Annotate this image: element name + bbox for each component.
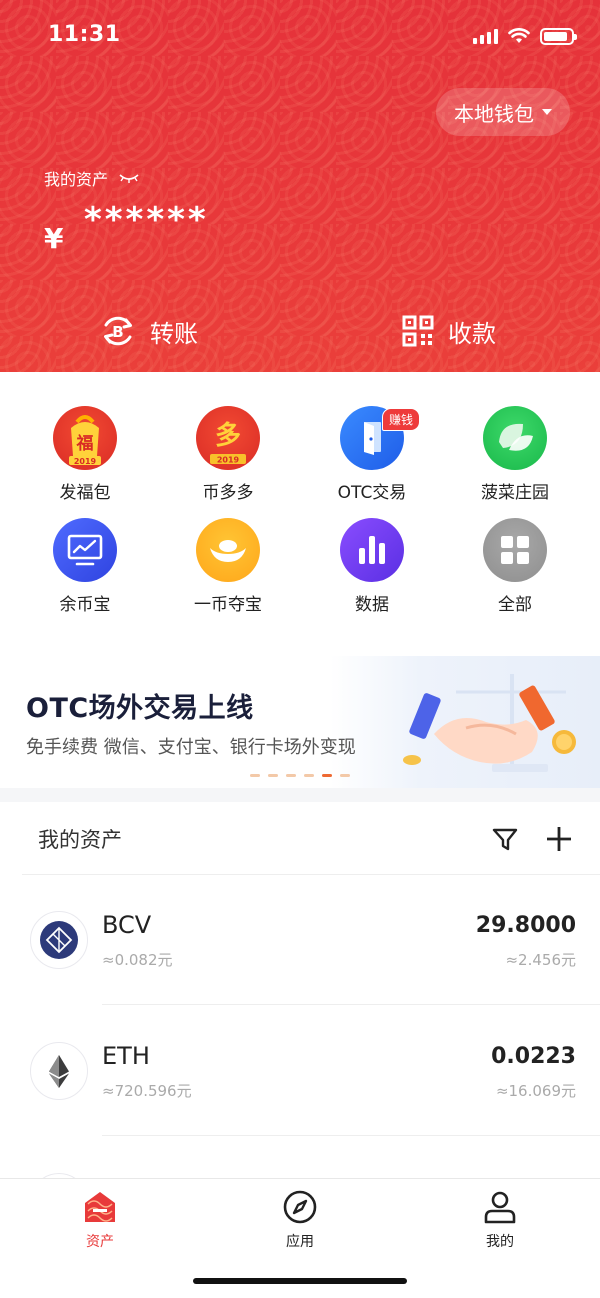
grid-label-coin-more: 币多多 bbox=[202, 483, 254, 503]
total-assets-label: 我的资产 bbox=[44, 166, 140, 190]
asset-row-eth[interactable]: ETH ≈720.596元 0.0223 ≈16.069元 bbox=[0, 1006, 600, 1136]
wifi-icon bbox=[508, 28, 530, 43]
grid-label-data: 数据 bbox=[355, 595, 389, 615]
wallet-switch-button[interactable]: 本地钱包 bbox=[436, 88, 570, 136]
status-bar: 11:31 bbox=[0, 0, 600, 70]
fortune-bag-icon: 福 2019 bbox=[53, 406, 117, 470]
asset-name: ETH bbox=[102, 1042, 150, 1070]
gold-ingot-icon bbox=[196, 518, 260, 582]
grid-all-icon bbox=[483, 518, 547, 582]
svg-text:2019: 2019 bbox=[74, 457, 97, 466]
row-divider bbox=[102, 1135, 600, 1136]
caret-down-icon bbox=[542, 109, 552, 115]
grid-item-yubibao[interactable]: 余币宝 bbox=[10, 518, 160, 628]
svg-text:多: 多 bbox=[215, 421, 241, 451]
grid-label-yubibao: 余币宝 bbox=[59, 595, 111, 615]
eye-closed-icon[interactable] bbox=[118, 171, 140, 185]
assets-label-text: 我的资产 bbox=[44, 170, 109, 189]
asset-quantity: 0.0223 bbox=[491, 1044, 576, 1069]
transfer-bitcoin-icon: B bbox=[104, 316, 132, 346]
asset-total-value: ≈2.456元 bbox=[505, 951, 576, 969]
bar-chart-icon bbox=[340, 518, 404, 582]
spinach-leaf-icon bbox=[483, 406, 547, 470]
wallet-switch-label: 本地钱包 bbox=[454, 101, 534, 126]
currency-symbol: ¥ bbox=[44, 222, 64, 255]
tab-me[interactable]: 我的 bbox=[440, 1189, 560, 1253]
grid-label-one-coin-treasure: 一币夺宝 bbox=[194, 595, 262, 615]
grid-item-fortune-bag[interactable]: 福 2019 发福包 bbox=[10, 406, 160, 516]
my-assets-section: 我的资产 BCV ≈0.082元 29.8000 ≈2.456元 ETH ≈72… bbox=[0, 802, 600, 1178]
asset-unit-price: ≈720.596元 bbox=[102, 1082, 192, 1100]
filter-icon[interactable] bbox=[490, 824, 520, 854]
tab-label: 我的 bbox=[486, 1234, 514, 1250]
asset-unit-price: ≈0.082元 bbox=[102, 951, 173, 969]
battery-icon bbox=[540, 27, 577, 45]
pagination-dot[interactable] bbox=[340, 774, 350, 777]
monitor-chart-icon bbox=[53, 518, 117, 582]
assets-section-title: 我的资产 bbox=[38, 828, 122, 852]
tab-apps[interactable]: 应用 bbox=[240, 1189, 360, 1253]
asset-name: BCV bbox=[102, 911, 152, 939]
pagination-dot[interactable] bbox=[268, 774, 278, 777]
pagination-dot-active[interactable] bbox=[322, 774, 332, 777]
svg-text:2019: 2019 bbox=[217, 456, 240, 465]
banner-subtitle: 免手续费 微信、支付宝、银行卡场外变现 bbox=[26, 737, 356, 758]
handshake-illustration-icon bbox=[403, 674, 576, 772]
wallet-header: 11:31 本地钱包 我的资产 ¥ ****** B 转账 收款 bbox=[0, 0, 600, 372]
compass-icon bbox=[283, 1190, 317, 1224]
status-icons bbox=[473, 26, 577, 46]
pagination-dot[interactable] bbox=[250, 774, 260, 777]
tab-label: 应用 bbox=[286, 1234, 314, 1250]
quick-access-grid: 福 2019 发福包 多 2019 币多多 OTC交易 菠菜庄园 余币宝 一币夺… bbox=[0, 372, 600, 636]
grid-item-all[interactable]: 全部 bbox=[440, 518, 590, 628]
row-divider bbox=[102, 1004, 600, 1005]
bcv-logo-icon bbox=[30, 911, 88, 969]
home-indicator[interactable] bbox=[193, 1278, 407, 1284]
tab-label: 资产 bbox=[86, 1234, 114, 1250]
eth-logo-icon bbox=[30, 1042, 88, 1100]
tab-assets[interactable]: 资产 bbox=[40, 1189, 160, 1253]
pagination-dot[interactable] bbox=[304, 774, 314, 777]
grid-item-one-coin-treasure[interactable]: 一币夺宝 bbox=[153, 518, 303, 628]
grid-label-fortune-bag: 发福包 bbox=[59, 483, 111, 503]
asset-home-icon bbox=[85, 1192, 115, 1222]
user-icon bbox=[484, 1191, 516, 1224]
transfer-label: 转账 bbox=[150, 319, 198, 348]
receive-button[interactable]: 收款 bbox=[402, 308, 496, 354]
asset-row-bcv[interactable]: BCV ≈0.082元 29.8000 ≈2.456元 bbox=[0, 875, 600, 1005]
masked-total-amount: ****** bbox=[84, 200, 209, 240]
earn-badge: 赚钱 bbox=[382, 408, 421, 431]
svg-text:B: B bbox=[112, 323, 123, 341]
transfer-button[interactable]: B 转账 bbox=[100, 308, 198, 354]
grid-item-otc[interactable]: OTC交易 bbox=[297, 406, 447, 516]
grid-item-spinach-manor[interactable]: 菠菜庄园 bbox=[440, 406, 590, 516]
banner-pagination bbox=[250, 774, 350, 777]
qr-code-icon bbox=[402, 315, 434, 347]
otc-promo-banner[interactable]: OTC场外交易上线 免手续费 微信、支付宝、银行卡场外变现 bbox=[0, 656, 600, 788]
receive-label: 收款 bbox=[448, 319, 496, 348]
status-time: 11:31 bbox=[48, 22, 121, 47]
asset-quantity: 29.8000 bbox=[475, 913, 576, 938]
signal-icon bbox=[473, 28, 498, 44]
asset-total-value: ≈16.069元 bbox=[495, 1082, 576, 1100]
grid-label-all: 全部 bbox=[498, 595, 532, 615]
grid-label-otc: OTC交易 bbox=[337, 483, 407, 503]
grid-label-spinach-manor: 菠菜庄园 bbox=[481, 483, 549, 503]
section-gap bbox=[0, 788, 600, 802]
grid-item-coin-more[interactable]: 多 2019 币多多 bbox=[153, 406, 303, 516]
add-asset-icon[interactable] bbox=[544, 824, 574, 854]
grid-item-data[interactable]: 数据 bbox=[297, 518, 447, 628]
asset-row-partial[interactable] bbox=[0, 1137, 600, 1178]
banner-title: OTC场外交易上线 bbox=[26, 693, 254, 724]
svg-text:福: 福 bbox=[76, 433, 94, 454]
pagination-dot[interactable] bbox=[286, 774, 296, 777]
coin-more-icon: 多 2019 bbox=[196, 406, 260, 470]
